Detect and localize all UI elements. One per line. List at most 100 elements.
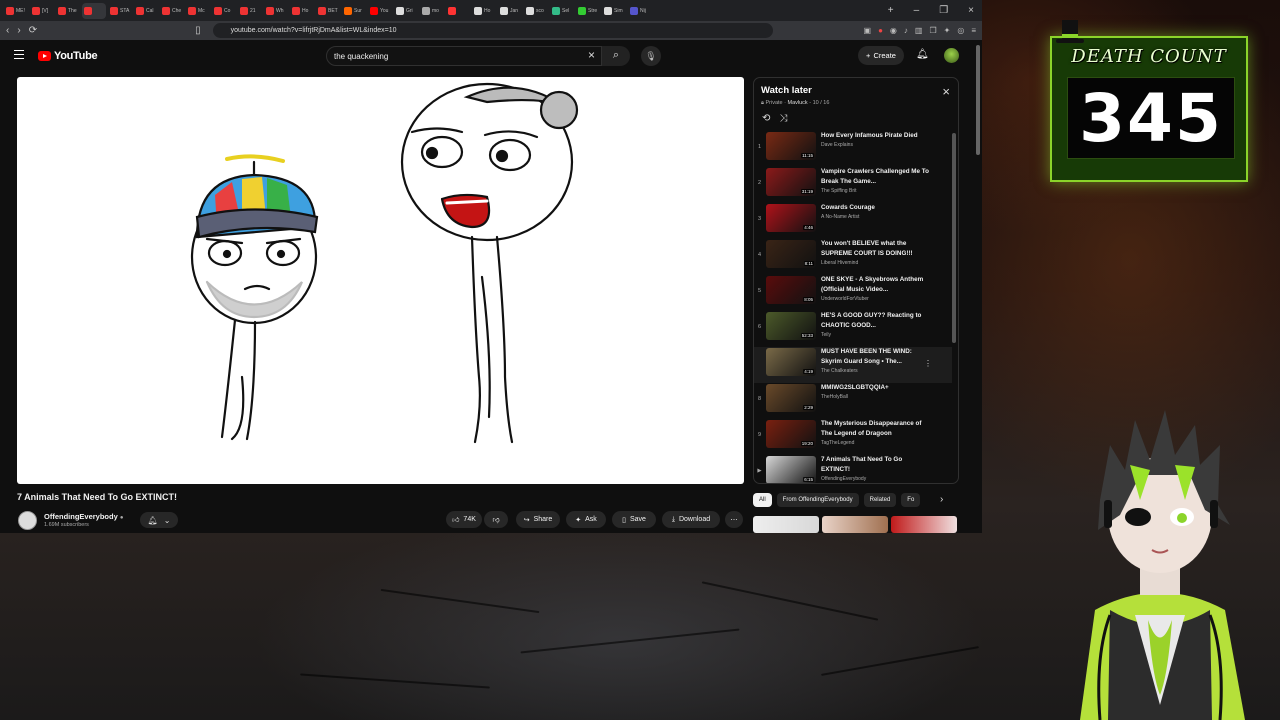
youtube-logo[interactable]: YouTube [38, 50, 98, 62]
browser-tab[interactable]: Ho [472, 3, 496, 19]
recommendation-thumbnail[interactable] [753, 516, 819, 533]
playlist-item-thumbnail[interactable]: 11:15 [766, 132, 816, 160]
playlist-item-thumbnail[interactable]: 2:29 [766, 384, 816, 412]
extension-icon[interactable]: ♪ [904, 26, 908, 35]
notifications-bell-icon[interactable]: 🔔︎ [916, 49, 929, 60]
browser-tab[interactable]: sco [524, 3, 548, 19]
playlist-item[interactable]: 6 52:33 HE'S A GOOD GUY?? Reacting to CHAO… [754, 311, 952, 347]
forward-icon[interactable]: › [17, 25, 20, 36]
browser-tab[interactable]: Cal [134, 3, 158, 19]
browser-tab[interactable]: BET [316, 3, 340, 19]
playlist-item[interactable]: ▶ 6:15 7 Animals That Need To Go EXTINCT! O… [754, 455, 952, 483]
playlist-scrollbar[interactable] [952, 133, 956, 343]
playlist-item-thumbnail[interactable]: 52:33 [766, 312, 816, 340]
browser-tab[interactable] [82, 2, 106, 19]
subscribed-notifications-button[interactable]: 🔔︎ ⌄ [140, 512, 178, 528]
playlist-item[interactable]: 8 2:29 MMIWG2SLGBTQQIA+ TheHolyBall [754, 383, 952, 419]
channel-avatar[interactable] [18, 511, 37, 530]
playlist-item-thumbnail[interactable]: 19:20 [766, 420, 816, 448]
save-button[interactable]: ▯ Save [612, 511, 656, 528]
browser-tab[interactable]: Sim [602, 3, 626, 19]
browser-tab[interactable]: Ho [290, 3, 314, 19]
playlist-owner[interactable]: Mavluck [788, 100, 808, 106]
playlist-item[interactable]: 4 8:11 You won't BELIEVE what the SUPREME … [754, 239, 952, 275]
browser-tab[interactable]: STA [108, 3, 132, 19]
playlist-item[interactable]: 1 11:15 How Every Infamous Pirate Died Dave… [754, 131, 952, 167]
browser-tab[interactable]: ME! [4, 3, 28, 19]
bookmark-icon[interactable]: ▯ [195, 25, 201, 36]
recommendation-thumbnail[interactable] [891, 516, 957, 533]
playlist-item[interactable]: 4:19 MUST HAVE BEEN THE WIND: Skyrim Guar… [754, 347, 952, 383]
browser-tab[interactable]: Gri [394, 3, 418, 19]
extension-icon[interactable]: ▥ [915, 26, 923, 35]
browser-tab[interactable]: mo [420, 3, 444, 19]
browser-tab[interactable]: 21 [238, 3, 262, 19]
new-tab-icon[interactable]: + [888, 5, 894, 16]
maximize-icon[interactable]: ❐ [939, 5, 948, 16]
close-playlist-icon[interactable]: × [942, 84, 950, 99]
playlist-item[interactable]: 3 4:46 Cowards Courage A No-Name Artist [754, 203, 952, 239]
playlist-item-thumbnail[interactable]: 6:15 [766, 456, 816, 483]
dislike-button[interactable]: 👎︎ [484, 511, 508, 528]
ask-button[interactable]: ✦ Ask [566, 511, 606, 528]
menu-icon[interactable]: ≡ [971, 26, 976, 35]
share-button[interactable]: ↪ Share [516, 511, 560, 528]
playlist-item[interactable]: 9 19:20 The Mysterious Disappearance of Th… [754, 419, 952, 455]
recommendation-thumbnail[interactable] [822, 516, 888, 533]
playlist-item[interactable]: 2 31:19 Vampire Crawlers Challenged Me To … [754, 167, 952, 203]
browser-tab[interactable]: Stre [576, 3, 600, 19]
download-button[interactable]: ⤓ Download [662, 511, 720, 528]
browser-tab[interactable]: Sel [550, 3, 574, 19]
browser-tab[interactable]: The [56, 3, 80, 19]
back-icon[interactable]: ‹ [6, 25, 9, 36]
profile-icon[interactable]: ◎ [957, 26, 964, 35]
filter-chip[interactable]: From OffendingEverybody [776, 493, 859, 507]
search-button[interactable]: ⌕ [602, 46, 630, 66]
search-input[interactable]: the quackening × [326, 46, 602, 66]
clear-search-icon[interactable]: × [588, 48, 595, 62]
playlist-item-thumbnail[interactable]: 8:11 [766, 240, 816, 268]
filter-chip[interactable]: All [753, 493, 772, 507]
playlist-item-thumbnail[interactable]: 31:19 [766, 168, 816, 196]
browser-tab[interactable]: You [368, 3, 392, 19]
shuffle-icon[interactable]: ⤨ [779, 113, 787, 124]
download-label: Download [678, 516, 711, 523]
playlist-item-thumbnail[interactable]: 4:19 [766, 348, 816, 376]
voice-search-icon[interactable]: 🎙 [641, 46, 661, 66]
minimize-icon[interactable]: – [914, 5, 920, 16]
playlist-item-thumbnail[interactable]: 8:05 [766, 276, 816, 304]
playlist-items: 1 11:15 How Every Infamous Pirate Died Dave… [754, 131, 952, 483]
browser-tab[interactable] [446, 3, 470, 19]
playlist-item-thumbnail[interactable]: 4:46 [766, 204, 816, 232]
browser-tab[interactable]: Mc [186, 3, 210, 19]
filter-chip[interactable]: Related [863, 493, 897, 507]
create-button[interactable]: + Create [858, 46, 904, 65]
browser-tab[interactable]: [V] [30, 3, 54, 19]
browser-tab[interactable]: Nij [628, 3, 652, 19]
more-actions-button[interactable]: ⋯ [725, 511, 743, 528]
browser-tab[interactable]: Jan [498, 3, 522, 19]
account-avatar[interactable] [944, 48, 959, 63]
browser-tab[interactable]: Co [212, 3, 236, 19]
filter-chip[interactable]: Fo [901, 493, 921, 507]
browser-tab[interactable]: Wh [264, 3, 288, 19]
extension-icon[interactable]: ▣ [864, 26, 872, 35]
more-vertical-icon[interactable]: ⋮ [924, 359, 932, 368]
browser-tab[interactable]: Che [160, 3, 184, 19]
reload-icon[interactable]: ⟳ [29, 25, 37, 36]
channel-name[interactable]: OffendingEverybody ● [44, 512, 123, 521]
hamburger-menu-icon[interactable] [14, 50, 24, 59]
like-button[interactable]: 👍︎ 74K [446, 511, 482, 528]
extension-icon[interactable]: ✦ [944, 26, 951, 35]
extension-icon[interactable]: ● [878, 26, 883, 35]
tab-title: Ho [484, 7, 491, 14]
extension-icon[interactable]: ◉ [890, 26, 897, 35]
extension-icon[interactable]: ❒ [929, 26, 936, 35]
loop-icon[interactable]: ⟲ [762, 113, 770, 124]
chevron-right-icon[interactable]: › [940, 494, 943, 505]
video-player[interactable] [17, 77, 744, 484]
playlist-item[interactable]: 5 8:05 ONE SKYE - A Skyebrows Anthem (Offi… [754, 275, 952, 311]
close-window-icon[interactable]: × [968, 5, 974, 16]
url-field[interactable]: youtube.com/watch?v=lifrjtRjDmA&list=WL&… [212, 23, 773, 38]
browser-tab[interactable]: Sur [342, 3, 366, 19]
